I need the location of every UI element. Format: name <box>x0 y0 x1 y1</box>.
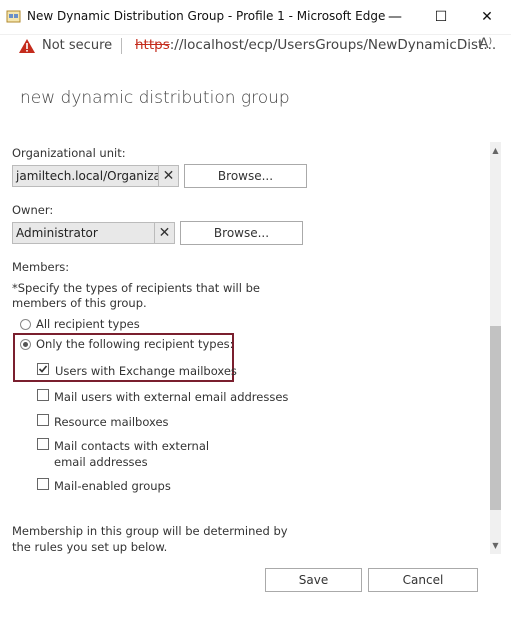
checkbox-label[interactable]: Mail contacts with external email addres… <box>54 438 244 470</box>
close-window-button[interactable]: ✕ <box>467 2 507 32</box>
radio-all-label[interactable]: All recipient types <box>36 317 140 331</box>
scrollbar-thumb[interactable] <box>490 326 501 510</box>
read-aloud-icon[interactable]: A⁾ <box>479 36 492 52</box>
ou-browse-button[interactable]: Browse... <box>184 164 307 188</box>
clear-icon: ✕ <box>158 225 171 241</box>
checkbox-label[interactable]: Resource mailboxes <box>54 415 169 429</box>
checkbox-mail-contacts[interactable] <box>37 438 49 450</box>
members-label: Members: <box>12 260 70 274</box>
save-button[interactable]: Save <box>265 568 362 592</box>
checkbox-resource-mailboxes[interactable] <box>37 414 49 426</box>
minimize-button[interactable]: — <box>375 2 415 32</box>
checkmark-icon <box>38 365 48 373</box>
radio-following-types[interactable] <box>20 339 31 350</box>
scroll-down-icon[interactable]: ▼ <box>490 541 501 550</box>
owner-field[interactable]: Administrator <box>12 222 155 244</box>
radio-following-label[interactable]: Only the following recipient types: <box>36 337 234 351</box>
url-scheme: https <box>135 37 170 53</box>
url-text[interactable]: https://localhost/ecp/UsersGroups/NewDyn… <box>135 37 496 53</box>
radio-all-recipients[interactable] <box>20 319 31 330</box>
owner-clear-button[interactable]: ✕ <box>155 222 175 244</box>
dialog-title: new dynamic distribution group <box>20 88 290 108</box>
clear-icon: ✕ <box>162 168 175 184</box>
address-separator <box>121 38 122 54</box>
checkbox-mail-users[interactable] <box>37 389 49 401</box>
url-rest: ://localhost/ecp/UsersGroups/NewDynamicD… <box>169 37 497 53</box>
ou-label: Organizational unit: <box>12 146 126 160</box>
owner-browse-button[interactable]: Browse... <box>180 221 303 245</box>
cancel-button[interactable]: Cancel <box>368 568 478 592</box>
checkbox-label[interactable]: Mail-enabled groups <box>54 479 171 493</box>
checkbox-label[interactable]: Mail users with external email addresses <box>54 390 288 404</box>
membership-note: Membership in this group will be determi… <box>12 524 288 554</box>
owner-label: Owner: <box>12 203 54 217</box>
window-title: New Dynamic Distribution Group - Profile… <box>27 9 386 23</box>
specify-text: *Specify the types of recipients that wi… <box>12 281 260 310</box>
maximize-icon: ☐ <box>434 9 448 25</box>
app-icon <box>6 10 21 23</box>
ou-clear-button[interactable]: ✕ <box>159 165 179 187</box>
checkbox-mail-enabled-groups[interactable] <box>37 478 49 490</box>
warning-icon[interactable] <box>18 38 36 54</box>
checkbox-users-exchange[interactable] <box>37 363 49 375</box>
checkbox-label[interactable]: Users with Exchange mailboxes <box>55 364 237 378</box>
security-status[interactable]: Not secure <box>42 38 112 53</box>
maximize-button[interactable]: ☐ <box>421 2 461 32</box>
close-icon: ✕ <box>481 9 493 25</box>
ou-field[interactable]: jamiltech.local/Organizatio <box>12 165 159 187</box>
scroll-up-icon[interactable]: ▲ <box>490 146 501 155</box>
minimize-icon: — <box>388 9 402 25</box>
